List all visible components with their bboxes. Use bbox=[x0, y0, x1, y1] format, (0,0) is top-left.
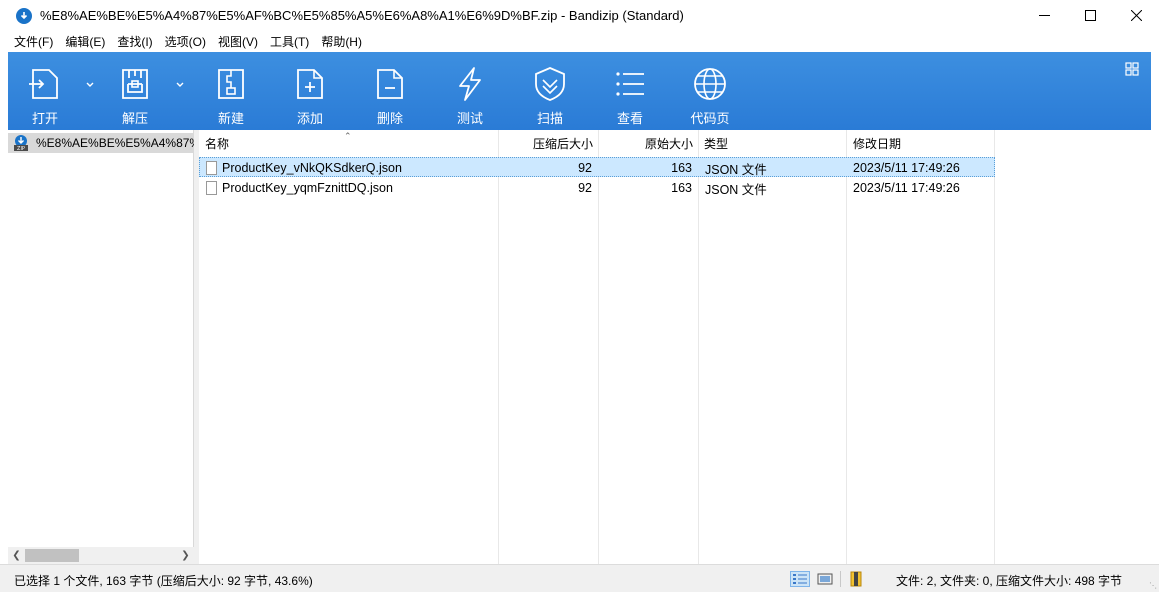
add-icon bbox=[297, 69, 323, 99]
file-name-cell: ProductKey_yqmFznittDQ.json bbox=[206, 178, 496, 198]
menu-find[interactable]: 查找(I) bbox=[111, 33, 158, 50]
bandizip-app-icon[interactable] bbox=[16, 7, 32, 24]
add-label: 添加 bbox=[296, 111, 323, 126]
delete-label: 删除 bbox=[376, 111, 403, 126]
details-view-button[interactable] bbox=[790, 571, 810, 587]
column-header-name[interactable]: 名称 bbox=[205, 130, 495, 156]
archive-info-icon bbox=[850, 571, 862, 587]
open-icon bbox=[29, 69, 58, 99]
file-name-cell: ProductKey_vNkQKSdkerQ.json bbox=[206, 158, 496, 178]
tree-root-label: %E8%AE%BE%E5%A4%87%E5%AF%BC%E5%85%A5%E6%… bbox=[36, 136, 194, 150]
view-label: 查看 bbox=[616, 111, 643, 126]
menu-options[interactable]: 选项(O) bbox=[159, 33, 212, 50]
file-row[interactable]: ProductKey_vNkQKSdkerQ.json 92 163 JSON … bbox=[199, 157, 995, 177]
codepage-button[interactable]: 代码页 bbox=[687, 52, 733, 130]
column-modified-label: 修改日期 bbox=[853, 136, 902, 151]
test-icon bbox=[459, 67, 481, 101]
window-title: %E8%AE%BE%E5%A4%87%E5%AF%BC%E5%85%A5%E6%… bbox=[40, 8, 684, 23]
column-header-original[interactable]: 原始大小 bbox=[599, 130, 693, 156]
status-bar: 已选择 1 个文件, 163 字节 (压缩后大小: 92 字节, 43.6%) … bbox=[0, 564, 1159, 592]
add-button[interactable]: 添加 bbox=[287, 52, 333, 130]
file-type: JSON 文件 bbox=[705, 162, 767, 177]
toolbar: 打开 解压 新建 添加 删除 测试 扫描 查看 代码页 bbox=[8, 52, 1151, 130]
svg-text:ZIP: ZIP bbox=[17, 146, 25, 152]
column-type-label: 类型 bbox=[704, 136, 729, 151]
test-label: 测试 bbox=[456, 111, 483, 126]
file-row[interactable]: ProductKey_yqmFznittDQ.json 92 163 JSON … bbox=[199, 178, 995, 198]
tree-horizontal-scrollbar[interactable]: ❮ ❯ bbox=[8, 547, 194, 564]
column-compressed-label: 压缩后大小 bbox=[532, 136, 593, 151]
layout-grid-icon[interactable] bbox=[1125, 62, 1139, 76]
scroll-right-icon[interactable]: ❯ bbox=[177, 547, 194, 564]
minimize-button[interactable] bbox=[1021, 0, 1067, 31]
new-archive-icon bbox=[218, 69, 244, 99]
title-bar: %E8%AE%BE%E5%A4%87%E5%AF%BC%E5%85%A5%E6%… bbox=[0, 0, 1159, 31]
file-list: ⌃ 名称 压缩后大小 原始大小 类型 修改日期 ProductKey_vNkQK… bbox=[199, 130, 1151, 564]
column-header-type[interactable]: 类型 bbox=[704, 130, 844, 156]
test-button[interactable]: 测试 bbox=[447, 52, 493, 130]
file-original-size: 163 bbox=[671, 161, 692, 175]
file-icon bbox=[206, 161, 217, 175]
new-archive-button[interactable]: 新建 bbox=[208, 52, 254, 130]
menu-help[interactable]: 帮助(H) bbox=[315, 33, 368, 50]
scrollbar-thumb[interactable] bbox=[25, 549, 79, 562]
archive-info-button[interactable] bbox=[846, 571, 866, 587]
view-button[interactable]: 查看 bbox=[607, 52, 653, 130]
file-name: ProductKey_vNkQKSdkerQ.json bbox=[222, 161, 402, 175]
column-name-label: 名称 bbox=[205, 136, 230, 151]
extract-icon bbox=[122, 69, 148, 99]
status-separator bbox=[840, 571, 841, 587]
minimize-icon bbox=[1038, 15, 1050, 16]
menu-edit[interactable]: 编辑(E) bbox=[59, 33, 111, 50]
extract-dropdown-icon[interactable] bbox=[174, 79, 186, 91]
new-archive-label: 新建 bbox=[217, 111, 244, 126]
file-modified: 2023/5/11 17:49:26 bbox=[853, 181, 960, 195]
preview-view-icon bbox=[817, 573, 833, 585]
folder-tree: ZIP %E8%AE%BE%E5%A4%87%E5%AF%BC%E5%85%A5… bbox=[8, 130, 194, 564]
file-name: ProductKey_yqmFznittDQ.json bbox=[222, 181, 393, 195]
open-button[interactable]: 打开 bbox=[22, 52, 68, 130]
menu-view[interactable]: 视图(V) bbox=[212, 33, 264, 50]
file-modified: 2023/5/11 17:49:26 bbox=[853, 161, 960, 175]
file-original-size: 163 bbox=[671, 181, 692, 195]
open-dropdown-icon[interactable] bbox=[84, 79, 96, 91]
column-header-modified[interactable]: 修改日期 bbox=[853, 130, 993, 156]
details-view-icon bbox=[793, 574, 807, 584]
column-original-label: 原始大小 bbox=[644, 136, 693, 151]
file-icon bbox=[206, 181, 217, 195]
scan-label: 扫描 bbox=[536, 111, 563, 126]
selection-status: 已选择 1 个文件, 163 字节 (压缩后大小: 92 字节, 43.6%) bbox=[14, 574, 313, 588]
scroll-left-icon[interactable]: ❮ bbox=[8, 547, 25, 564]
delete-button[interactable]: 删除 bbox=[367, 52, 413, 130]
maximize-button[interactable] bbox=[1067, 0, 1113, 31]
menu-file[interactable]: 文件(F) bbox=[8, 33, 59, 50]
view-icon bbox=[616, 72, 644, 96]
scan-button[interactable]: 扫描 bbox=[527, 52, 573, 130]
open-label: 打开 bbox=[31, 111, 58, 126]
scan-icon bbox=[535, 67, 565, 101]
codepage-icon bbox=[694, 68, 726, 100]
column-header-compressed[interactable]: 压缩后大小 bbox=[499, 130, 593, 156]
menu-tools[interactable]: 工具(T) bbox=[264, 33, 315, 50]
archive-summary: 文件: 2, 文件夹: 0, 压缩文件大小: 498 字节 bbox=[896, 574, 1123, 588]
zip-archive-icon: ZIP bbox=[14, 135, 28, 152]
delete-icon bbox=[377, 69, 403, 99]
resize-grip-icon[interactable]: ⋱ bbox=[1149, 581, 1157, 590]
preview-view-button[interactable] bbox=[815, 571, 835, 587]
maximize-icon bbox=[1084, 10, 1096, 21]
menu-bar: 文件(F) 编辑(E) 查找(I) 选项(O) 视图(V) 工具(T) 帮助(H… bbox=[0, 31, 1159, 51]
extract-button[interactable]: 解压 bbox=[112, 52, 158, 130]
file-type: JSON 文件 bbox=[705, 182, 767, 197]
extract-label: 解压 bbox=[121, 111, 148, 126]
file-compressed-size: 92 bbox=[578, 161, 592, 175]
close-icon bbox=[1130, 10, 1142, 21]
file-compressed-size: 92 bbox=[578, 181, 592, 195]
tree-root-archive[interactable]: ZIP %E8%AE%BE%E5%A4%87%E5%AF%BC%E5%85%A5… bbox=[8, 133, 194, 153]
close-button[interactable] bbox=[1113, 0, 1159, 31]
codepage-label: 代码页 bbox=[690, 111, 730, 126]
